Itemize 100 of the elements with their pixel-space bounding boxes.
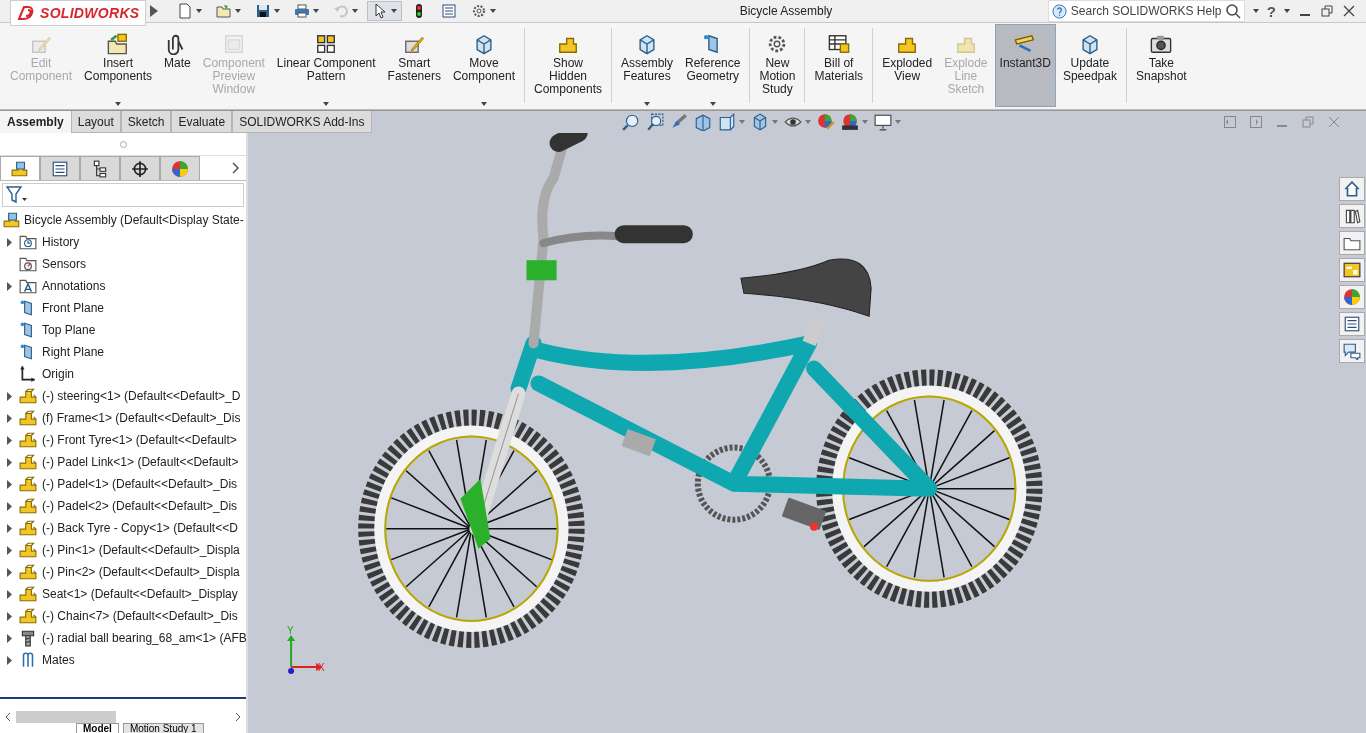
ruler-icon (1014, 33, 1037, 55)
part-icon (19, 497, 37, 515)
tree-item[interactable]: Seat<1> (Default<<Default>_Display (42, 587, 238, 601)
tree-item[interactable]: Right Plane (42, 345, 105, 359)
expand-arrow-icon[interactable] (5, 523, 13, 533)
color-ball-icon[interactable] (1343, 288, 1361, 306)
ribbon-button[interactable]: Bill of Materials (809, 24, 869, 107)
list-icon[interactable] (1343, 315, 1361, 333)
list-icon (441, 3, 458, 19)
magnifier-box-icon[interactable] (645, 113, 664, 131)
chat-icon[interactable] (1343, 342, 1361, 360)
expand-arrow-icon[interactable] (150, 5, 159, 17)
tile-right-icon[interactable] (1250, 116, 1262, 128)
scene-ball-icon[interactable] (840, 113, 859, 131)
expand-arrow-icon[interactable] (5, 237, 13, 247)
panel-tab[interactable] (80, 156, 120, 180)
axis-label: Y (287, 624, 294, 636)
expand-arrow-icon[interactable] (5, 479, 13, 489)
close-icon[interactable] (1342, 4, 1356, 18)
ribbon-button[interactable]: Reference Geometry (680, 24, 746, 107)
tree-item[interactable]: (-) Padel Link<1> (Default<<Default> (42, 455, 239, 469)
palette-window-icon[interactable] (1343, 261, 1361, 279)
folder-icon (216, 3, 233, 19)
tree-item[interactable]: History (42, 235, 80, 249)
chevron-right-icon[interactable] (232, 162, 240, 174)
expand-arrow-icon[interactable] (5, 545, 13, 555)
tree-item[interactable]: Bicycle Assembly (Default<Display State- (24, 213, 244, 227)
caret-icon (1284, 9, 1290, 13)
scroll-left-icon[interactable] (4, 712, 12, 722)
ribbon-button[interactable]: Linear Component Pattern (271, 24, 381, 107)
tree-item[interactable]: Sensors (42, 257, 87, 271)
color-ball-pencil-icon[interactable] (816, 113, 835, 131)
part-icon (19, 607, 37, 625)
tab[interactable]: Sketch (120, 111, 172, 133)
section-view-icon[interactable] (693, 113, 712, 131)
ribbon-button[interactable]: Show Hidden Components (528, 24, 607, 107)
house-icon[interactable] (1343, 180, 1361, 198)
view-cube-icon[interactable] (717, 113, 736, 131)
expand-arrow-icon[interactable] (5, 611, 13, 621)
tab[interactable]: Evaluate (171, 111, 233, 133)
ribbon-button[interactable]: Insert Components (79, 24, 158, 107)
tree-item[interactable]: Annotations (42, 279, 106, 293)
ribbon-button[interactable]: Move Component (447, 24, 520, 107)
expand-arrow-icon[interactable] (5, 589, 13, 599)
tree-item[interactable]: (f) Frame<1> (Default<<Default>_Dis (42, 411, 241, 425)
expand-arrow-icon[interactable] (5, 501, 13, 511)
ribbon-button[interactable]: Exploded View (877, 24, 938, 107)
expand-arrow-icon[interactable] (5, 413, 13, 423)
tree-item[interactable]: (-) Front Tyre<1> (Default<<Default> (42, 433, 237, 447)
tile-left-icon[interactable] (1224, 116, 1236, 128)
tree-item[interactable]: (-) Pin<2> (Default<<Default>_Displa (42, 565, 240, 579)
toolbar-button[interactable] (367, 1, 403, 21)
tree-item[interactable]: (-) Padel<1> (Default<<Default>_Dis (42, 477, 238, 491)
scroll-right-icon[interactable] (234, 712, 242, 722)
magnifier-icon[interactable] (621, 113, 640, 131)
expand-arrow-icon[interactable] (5, 567, 13, 577)
tree-item[interactable]: (-) Back Tyre - Copy<1> (Default<<D (42, 521, 238, 535)
search-icon (1224, 3, 1241, 19)
expand-arrow-icon[interactable] (5, 281, 13, 291)
help-menu[interactable]: ? (1266, 2, 1276, 20)
help-icon (1051, 3, 1067, 19)
books-icon[interactable] (1343, 207, 1361, 225)
color-ball-icon (171, 159, 189, 178)
part-icon (19, 585, 37, 603)
expand-arrow-icon[interactable] (5, 633, 13, 643)
panel-tab[interactable] (40, 156, 80, 180)
panel-tab[interactable] (120, 156, 160, 180)
restore-icon[interactable] (1320, 4, 1334, 18)
expand-arrow-icon[interactable] (5, 435, 13, 445)
search-field[interactable]: Search SOLIDWORKS Help (1070, 4, 1221, 18)
ribbon-button[interactable]: Update Speedpak (1057, 24, 1122, 107)
crosshair-icon (131, 159, 149, 178)
tab[interactable]: SOLIDWORKS Add-Ins (232, 111, 372, 133)
tree-item[interactable]: (-) Chain<7> (Default<<Default>_Dis (42, 609, 238, 623)
ribbon-button[interactable]: New Motion Study (754, 24, 801, 107)
tree-item[interactable]: Mates (42, 653, 75, 667)
ribbon-button[interactable]: Smart Fasteners (382, 24, 446, 107)
tree-item[interactable]: (-) Padel<2> (Default<<Default>_Dis (42, 499, 238, 513)
tree-item[interactable]: (-) steering<1> (Default<<Default>_D (42, 389, 241, 403)
tree-item[interactable]: Top Plane (42, 323, 96, 337)
expand-arrow-icon[interactable] (5, 391, 13, 401)
filter-field[interactable] (2, 183, 244, 207)
expand-arrow-icon[interactable] (5, 655, 13, 665)
tab[interactable]: Layout (70, 111, 121, 133)
ribbon-button[interactable]: Assembly Features (616, 24, 679, 107)
tree-item[interactable]: Front Plane (42, 301, 105, 315)
part-icon (19, 541, 37, 559)
search-box[interactable]: Search SOLIDWORKS Help (1047, 0, 1245, 22)
tree-item[interactable]: (-) radial ball bearing_68_am<1> (AFB (42, 631, 247, 645)
tree-item[interactable]: (-) Pin<1> (Default<<Default>_Displa (42, 543, 240, 557)
expand-arrow-icon[interactable] (5, 457, 13, 467)
tab[interactable]: Model (76, 723, 119, 733)
monitor-icon[interactable] (873, 113, 892, 131)
part-icon (19, 453, 37, 471)
ribbon-button[interactable]: Mate (159, 24, 196, 107)
part-icon (19, 519, 37, 537)
scrollbar-thumb[interactable] (16, 711, 116, 723)
ribbon-button[interactable]: Take Snapshot (1130, 24, 1192, 107)
ribbon-button[interactable]: Instant3D (994, 24, 1056, 107)
tree-item[interactable]: Origin (42, 367, 74, 381)
